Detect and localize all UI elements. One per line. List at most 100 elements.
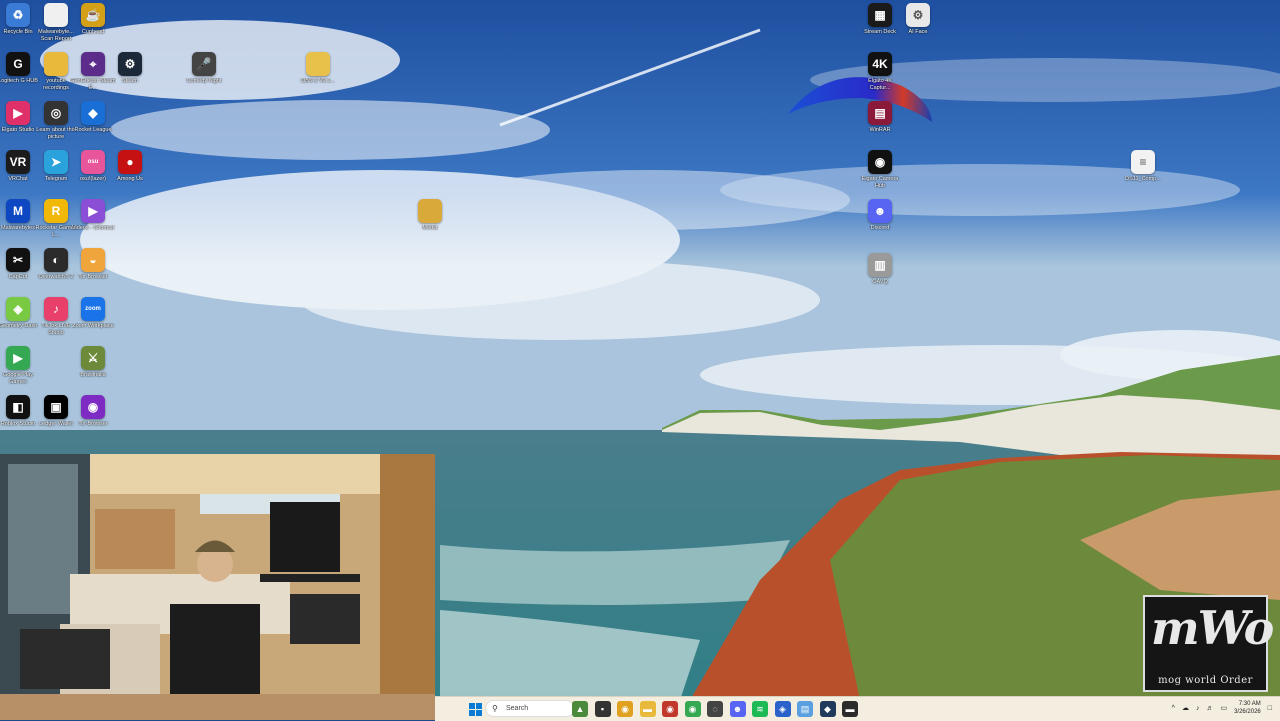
desktop-shortcut[interactable]: 🎤 Comedy Night xyxy=(181,52,227,85)
desktop-shortcut[interactable]: Media xyxy=(407,199,453,232)
camera-icon: ◎ xyxy=(44,101,68,125)
among-us-icon: ● xyxy=(118,150,142,174)
brawlhalla-icon: ⚔ xyxy=(81,346,105,370)
desktop-shortcut[interactable]: ▶ Google Play Games xyxy=(0,346,41,385)
ai-face-icon: ⚙ xyxy=(906,3,930,27)
network-icon[interactable]: ☁ xyxy=(1182,704,1189,712)
geoguessr-icon: ⌖ xyxy=(81,52,105,76)
chrome-canary-icon[interactable]: ◉ xyxy=(617,701,633,717)
folder-icon xyxy=(418,199,442,223)
desktop-shortcut-label: Brawlhalla xyxy=(80,372,106,378)
desktop-shortcut-label: Google Play Games xyxy=(3,372,33,385)
cuphead-icon: ☕ xyxy=(81,3,105,27)
vrchat-icon: VR xyxy=(6,150,30,174)
desktop-shortcut[interactable]: ◒ Tor Browser xyxy=(70,248,116,281)
desktop-shortcut-label: Videos - Shortcut xyxy=(71,225,115,231)
tor-browser-icon: ◒ xyxy=(81,248,105,272)
osu-icon: osu xyxy=(81,150,105,174)
sticky-notes-icon[interactable]: ▬ xyxy=(842,701,858,717)
clock-date: 3/26/2026 xyxy=(1234,709,1261,715)
roblox-icon: ◧ xyxy=(6,395,30,419)
desktop-shortcut-label: WinRAR xyxy=(869,127,891,133)
landscape-thumbnail-icon[interactable]: ▲ xyxy=(572,701,588,717)
battery-icon[interactable]: ▭ xyxy=(1220,704,1227,712)
notification-icon[interactable]: □ xyxy=(1268,705,1272,712)
desktop-shortcut[interactable]: ☻ Discord xyxy=(857,199,903,232)
taskbar: ⚲ Search ▲ ▪ ◉ ▬ ◉ ◉ ◌ ☻ ≋ ◈ ▤ ◆ ▬ ^ ☁ ♪ ♬ ▭ 7:30 AM… xyxy=(435,696,1280,721)
microphone-icon: 🎤 xyxy=(192,52,216,76)
telegram-icon: ➤ xyxy=(44,150,68,174)
logo-mark: mWo xyxy=(1151,601,1274,655)
windows-icon xyxy=(468,702,482,716)
desktop-shortcut-label: Zoom Workplace xyxy=(72,323,114,329)
search-icon: ⚲ xyxy=(492,704,498,713)
elgato-4k-icon: 4K xyxy=(868,52,892,76)
notepad-icon[interactable]: ▤ xyxy=(797,701,813,717)
desktop-shortcut[interactable]: ▥ OAVQ xyxy=(857,253,903,286)
webcam-overlay xyxy=(0,454,435,720)
tray-overflow-chevron-icon[interactable]: ^ xyxy=(1172,705,1175,712)
zoom-icon: zoom xyxy=(81,297,105,321)
desktop-shortcut[interactable]: ◉ Tor Browser xyxy=(70,395,116,428)
tor-browser-icon: ◉ xyxy=(81,395,105,419)
desktop-shortcut[interactable]: ▤ WinRAR xyxy=(857,101,903,134)
discord-icon: ☻ xyxy=(868,199,892,223)
ledger-icon: ▣ xyxy=(44,395,68,419)
geometry-dash-icon: ◈ xyxy=(6,297,30,321)
desktop-shortcut[interactable]: ⚙ AI Face xyxy=(895,3,941,36)
desktop-shortcut-label: Comedy Night xyxy=(186,78,222,84)
speaker-icon[interactable]: ♬ xyxy=(1206,705,1213,712)
text-file-icon: ≡ xyxy=(1131,150,1155,174)
taskbar-search-box[interactable]: ⚲ Search xyxy=(485,700,575,717)
stream-deck-icon: ▦ xyxy=(868,3,892,27)
google-play-icon: ▶ xyxy=(6,346,30,370)
logitech-g-icon: G xyxy=(6,52,30,76)
channel-logo: mWo mog world Order xyxy=(1143,595,1274,692)
desktop-shortcut[interactable]: ☕ Cuphead xyxy=(70,3,116,36)
desktop-shortcut-label: Media xyxy=(422,225,438,231)
desktop-shortcut[interactable]: ⚔ Brawlhalla xyxy=(70,346,116,379)
desktop-shortcut-label: Tor Browser xyxy=(78,274,108,280)
desktop-shortcut-label: Elgato Camera Hub xyxy=(861,176,899,189)
document-icon xyxy=(44,3,68,27)
vpn-icon[interactable]: ◆ xyxy=(819,701,836,717)
desktop-shortcut-label: Among Us xyxy=(117,176,143,182)
spotify-icon[interactable]: ≋ xyxy=(752,701,768,717)
desktop-shortcut-label: Steam xyxy=(122,78,138,84)
start-button[interactable] xyxy=(467,701,483,717)
recycle-bin-icon: ♻ xyxy=(6,3,30,27)
clock[interactable]: 7:30 AM 3/26/2026 xyxy=(1234,700,1261,716)
winrar-icon: ▤ xyxy=(868,101,892,125)
film-icon: ▥ xyxy=(868,253,892,277)
desktop-shortcut-label: DS11_Comp... xyxy=(1125,176,1161,182)
desktop-shortcut[interactable]: ≡ DS11_Comp... xyxy=(1120,150,1166,183)
desktop-shortcut[interactable]: ⚙ Steam xyxy=(107,52,153,85)
tiktok-icon: ♪ xyxy=(44,297,68,321)
media-player-icon[interactable]: ◉ xyxy=(662,701,678,717)
logo-caption: mog world Order xyxy=(1158,675,1253,686)
elgato-icon[interactable]: ◈ xyxy=(774,701,791,717)
desktop-shortcut-label: Rocket League xyxy=(74,127,112,133)
desktop-shortcut[interactable]: 4K Elgato 4K Captur... xyxy=(857,52,903,91)
desktop-shortcut[interactable]: zoom Zoom Workplace xyxy=(70,297,116,330)
desktop-shortcut-label: Cuphead xyxy=(81,29,105,35)
desktop-shortcut-label: AI Face xyxy=(908,29,928,35)
desktop-shortcut[interactable]: ◉ Elgato Camera Hub xyxy=(857,150,903,189)
desktop-shortcut-label: Elgato 4K Captur... xyxy=(868,78,892,91)
system-tray: ^ ☁ ♪ ♬ ▭ 7:30 AM 3/26/2026 □ xyxy=(1172,700,1272,716)
discord-icon[interactable]: ☻ xyxy=(729,701,746,717)
folder-icon xyxy=(306,52,330,76)
obs-icon[interactable]: ◌ xyxy=(707,701,723,717)
microphone-icon[interactable]: ♪ xyxy=(1196,705,1200,712)
steam-icon: ⚙ xyxy=(118,52,142,76)
elgato-camera-icon: ◉ xyxy=(868,150,892,174)
chrome-icon[interactable]: ◉ xyxy=(684,701,701,717)
desktop-shortcut[interactable]: OBS-2 V2.1... xyxy=(295,52,341,85)
overwatch-icon: ◐ xyxy=(44,248,68,272)
task-view-icon[interactable]: ▪ xyxy=(594,701,611,717)
desktop-shortcut-label: Discord xyxy=(870,225,890,231)
desktop-shortcut[interactable]: ◆ Rocket League xyxy=(70,101,116,134)
desktop-shortcut[interactable]: ● Among Us xyxy=(107,150,153,183)
desktop-shortcut[interactable]: ▶ Videos - Shortcut xyxy=(70,199,116,232)
file-explorer-icon[interactable]: ▬ xyxy=(639,701,656,717)
